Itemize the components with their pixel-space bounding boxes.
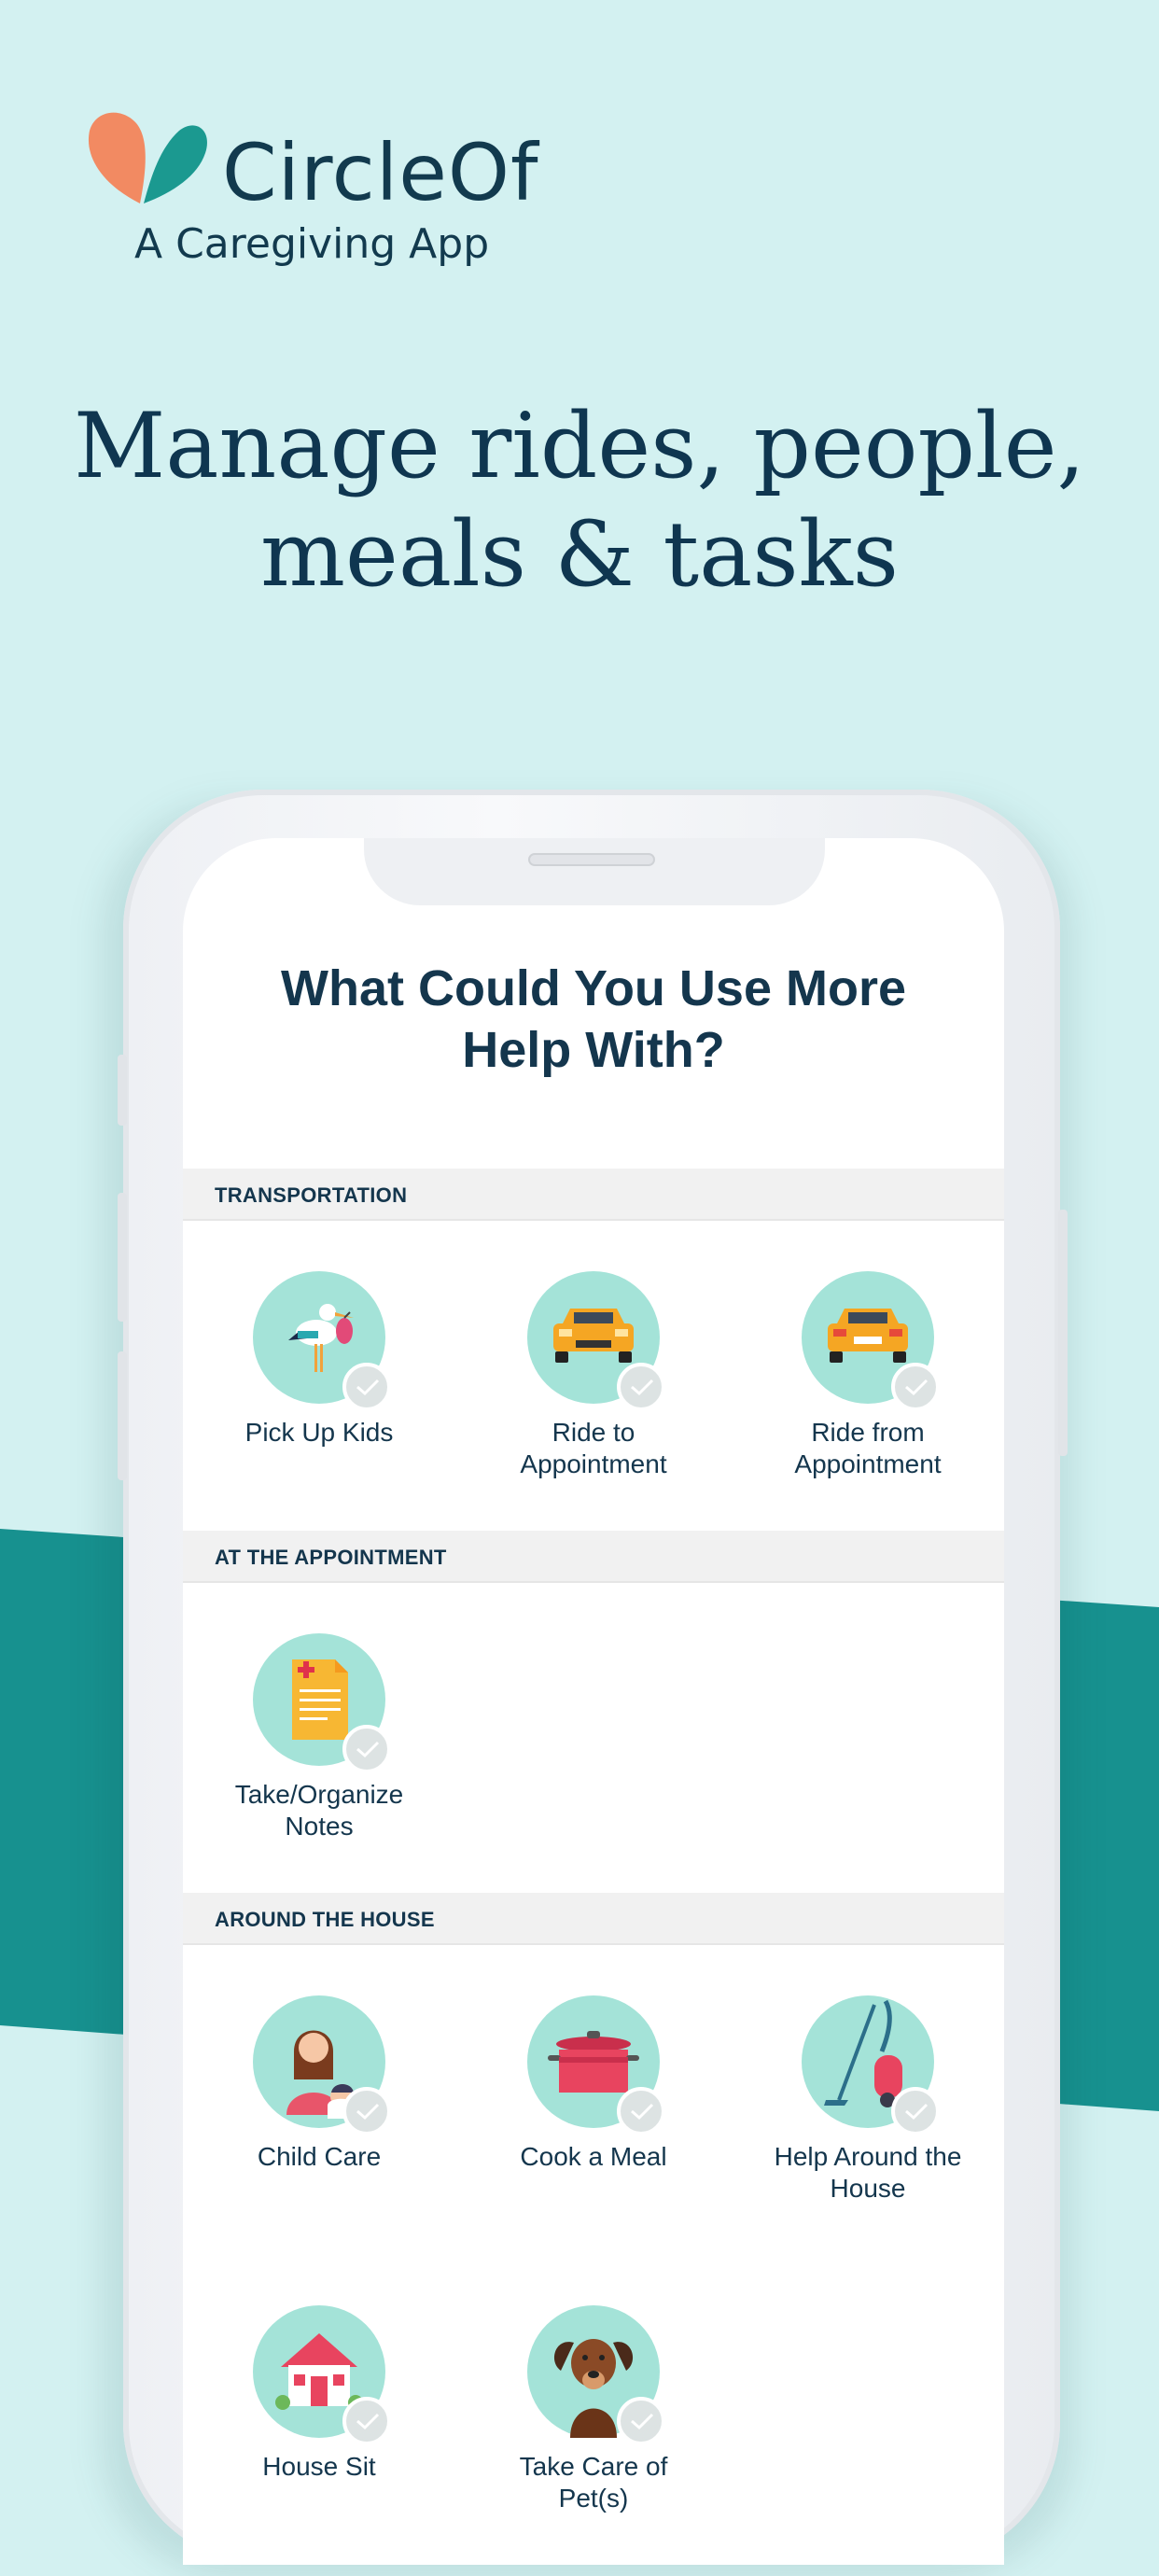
phone-notch [364,838,825,905]
option-take-organize-notes[interactable]: Take/Organize Notes [198,1633,440,1842]
option-label-line-1: Take Care of [519,2452,668,2481]
option-label-line-1: Help Around the [774,2142,962,2171]
option-label-line-2: Appointment [794,1449,942,1478]
power-button [1058,1210,1068,1456]
section-header-around-the-house: AROUND THE HOUSE [183,1893,1004,1945]
option-child-care[interactable]: Child Care [198,1995,440,2173]
app-name: CircleOf [222,127,539,218]
option-label: Ride from Appointment [747,1417,989,1480]
section-header-transportation: TRANSPORTATION [183,1169,1004,1221]
checkmark-icon [617,1363,665,1411]
option-label: Cook a Meal [520,2142,667,2171]
option-ride-to-appointment[interactable]: Ride to Appointment [472,1271,715,1480]
screen-title-line-2: Help With? [462,1022,725,1078]
checkmark-icon [342,2397,391,2445]
checkmark-icon [617,2397,665,2445]
section-title: AT THE APPOINTMENT [215,1546,447,1569]
screen-title-line-1: What Could You Use More [280,960,907,1016]
option-label: Ride to Appointment [472,1417,715,1480]
app-tagline: A Caregiving App [134,220,490,268]
headline-line-1: Manage rides, people, [73,394,1086,498]
option-label: Take Care of Pet(s) [472,2451,715,2514]
volume-up-button [118,1193,127,1322]
checkmark-icon [342,1725,391,1773]
option-label-line-1: Take/Organize [234,1780,404,1809]
option-ride-from-appointment[interactable]: Ride from Appointment [747,1271,989,1480]
option-label-line-1: Ride to [552,1418,635,1447]
option-label: Help Around the House [747,2141,989,2205]
marketing-headline: Manage rides, people, meals & tasks [0,392,1159,609]
option-label-line-2: Notes [285,1812,354,1841]
section-title: TRANSPORTATION [215,1183,408,1207]
screen-title: What Could You Use More Help With? [183,958,1004,1081]
option-house-sit[interactable]: House Sit [198,2305,440,2483]
option-take-care-of-pets[interactable]: Take Care of Pet(s) [472,2305,715,2514]
heart-logo-icon [88,112,207,203]
headline-line-2: meals & tasks [259,502,900,607]
option-label-line-2: Pet(s) [558,2484,629,2513]
section-header-at-the-appointment: AT THE APPOINTMENT [183,1531,1004,1583]
brand-header: CircleOf A Caregiving App [84,110,607,278]
option-cook-a-meal[interactable]: Cook a Meal [472,1995,715,2173]
section-title: AROUND THE HOUSE [215,1908,435,1931]
option-label-line-2: House [830,2174,906,2203]
option-label: Child Care [257,2142,382,2171]
checkmark-icon [342,2087,391,2135]
checkmark-icon [342,1363,391,1411]
volume-down-button [118,1351,127,1480]
checkmark-icon [891,1363,940,1411]
option-label-line-2: Appointment [520,1449,667,1478]
checkmark-icon [617,2087,665,2135]
option-help-around-the-house[interactable]: Help Around the House [747,1995,989,2205]
phone-screen: What Could You Use More Help With? TRANS… [183,838,1004,2565]
option-label: Pick Up Kids [244,1418,394,1447]
checkmark-icon [891,2087,940,2135]
option-pick-up-kids[interactable]: Pick Up Kids [198,1271,440,1449]
option-label: House Sit [262,2452,376,2481]
option-label: Take/Organize Notes [198,1779,440,1842]
speaker-grille [528,853,655,866]
mute-switch [118,1055,127,1126]
option-label-line-1: Ride from [811,1418,925,1447]
